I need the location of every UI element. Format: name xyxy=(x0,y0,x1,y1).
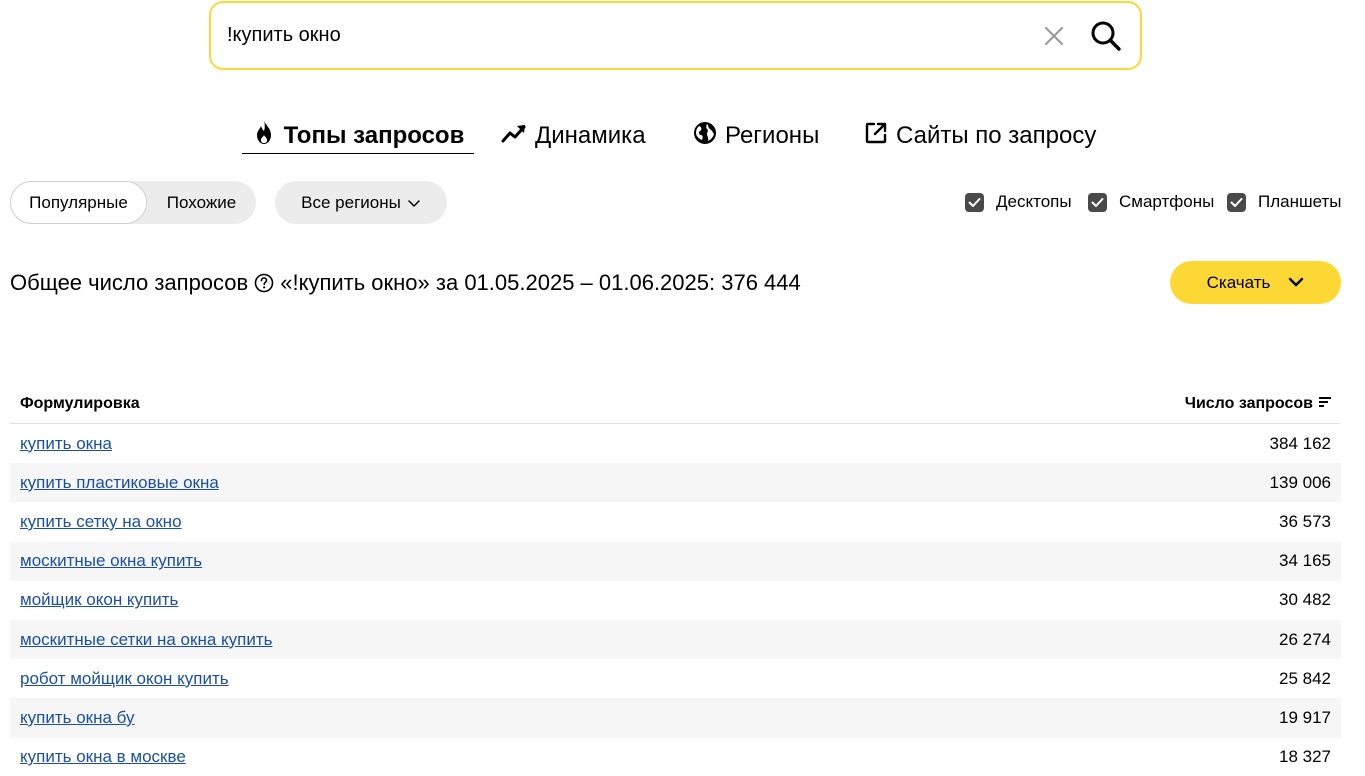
checkbox-tablets[interactable]: Планшеты xyxy=(1227,191,1342,213)
tab-label: Динамика xyxy=(535,122,646,149)
tab-regions[interactable]: Регионы xyxy=(693,118,819,154)
table-row: купить пластиковые окна 139 006 xyxy=(10,463,1341,503)
phrase-link[interactable]: робот мойщик окон купить xyxy=(20,669,229,689)
external-link-icon xyxy=(864,121,888,152)
query-count: 25 842 xyxy=(1279,668,1331,688)
table-row: мойщик окон купить 30 482 xyxy=(10,581,1341,620)
search-box[interactable] xyxy=(209,1,1142,70)
mode-popular-button[interactable]: Популярные xyxy=(10,181,147,224)
checkbox-checked-icon[interactable] xyxy=(1227,192,1246,212)
table-row: москитные сетки на окна купить 26 274 xyxy=(10,619,1341,660)
query-count: 34 165 xyxy=(1279,551,1331,571)
query-count: 26 274 xyxy=(1279,629,1331,649)
tab-label: Сайты по запросу xyxy=(896,122,1097,149)
query-count: 139 006 xyxy=(1269,472,1331,492)
summary: Общее число запросов «!купить окно» за 0… xyxy=(10,268,801,298)
phrase-link[interactable]: купить окна бу xyxy=(20,708,135,728)
query-count: 384 162 xyxy=(1269,433,1331,453)
table-header: Формулировка Число запросов xyxy=(10,384,1341,424)
tab-dynamics[interactable]: Динамика xyxy=(501,118,646,154)
phrase-link[interactable]: купить окна в москве xyxy=(20,747,186,767)
table-body: купить окна 384 162 купить пластиковые о… xyxy=(10,424,1341,776)
search-input[interactable] xyxy=(227,3,1007,68)
help-icon[interactable] xyxy=(254,273,274,293)
tab-label: Топы запросов xyxy=(283,121,465,149)
download-label: Скачать xyxy=(1206,272,1271,292)
globe-icon xyxy=(693,121,717,152)
query-count: 30 482 xyxy=(1279,590,1331,610)
summary-detail: «!купить окно» за 01.05.2025 – 01.06.202… xyxy=(280,270,801,295)
checkbox-label: Десктопы xyxy=(996,192,1072,211)
phrase-link[interactable]: мойщик окон купить xyxy=(20,590,178,610)
download-button[interactable]: Скачать xyxy=(1170,261,1341,304)
tab-sites[interactable]: Сайты по запросу xyxy=(864,118,1096,154)
phrase-link[interactable]: купить окна xyxy=(20,434,112,454)
phrase-link[interactable]: купить пластиковые окна xyxy=(20,473,219,493)
tab-label: Регионы xyxy=(725,122,820,149)
chevron-down-icon xyxy=(407,193,421,213)
query-count: 36 573 xyxy=(1279,511,1331,531)
column-header-phrase: Формулировка xyxy=(20,394,140,412)
table-row: купить окна 384 162 xyxy=(10,424,1341,463)
column-header-count-label: Число запросов xyxy=(1184,394,1313,412)
region-dropdown[interactable]: Все регионы xyxy=(275,181,447,224)
checkbox-checked-icon[interactable] xyxy=(965,192,984,212)
fire-icon xyxy=(252,119,276,152)
checkbox-desktops[interactable]: Десктопы xyxy=(965,191,1072,213)
query-count: 19 917 xyxy=(1279,707,1331,727)
results-table: Формулировка Число запросов купить окна … xyxy=(10,384,1341,776)
chevron-down-icon xyxy=(1288,273,1304,293)
page: Топы запросов Динамика Регионы С xyxy=(0,0,1365,776)
trend-up-icon xyxy=(501,122,527,151)
checkbox-label: Смартфоны xyxy=(1119,192,1215,211)
table-row: москитные окна купить 34 165 xyxy=(10,541,1341,581)
table-row: робот мойщик окон купить 25 842 xyxy=(10,659,1341,698)
tab-top-queries[interactable]: Топы запросов xyxy=(242,118,474,154)
phrase-link[interactable]: купить сетку на окно xyxy=(20,512,182,532)
summary-label: Общее число запросов xyxy=(10,270,249,295)
checkbox-checked-icon[interactable] xyxy=(1088,192,1107,212)
table-row: купить сетку на окно 36 573 xyxy=(10,502,1341,541)
mode-similar-button[interactable]: Похожие xyxy=(147,181,256,224)
clear-icon[interactable] xyxy=(1043,25,1065,47)
region-label: Все регионы xyxy=(301,192,401,212)
phrase-link[interactable]: москитные окна купить xyxy=(20,551,202,571)
query-count: 18 327 xyxy=(1279,747,1331,767)
column-header-count[interactable]: Число запросов xyxy=(1185,395,1331,413)
checkbox-label: Планшеты xyxy=(1258,192,1342,211)
checkbox-smartphones[interactable]: Смартфоны xyxy=(1088,191,1214,213)
mode-switch: Популярные Похожие xyxy=(10,181,256,224)
phrase-link[interactable]: москитные сетки на окна купить xyxy=(20,630,272,650)
table-row: купить окна бу 19 917 xyxy=(10,698,1341,738)
search-icon[interactable] xyxy=(1090,20,1122,52)
table-row: купить окна в москве 18 327 xyxy=(10,738,1341,776)
sort-icon[interactable] xyxy=(1319,395,1331,413)
